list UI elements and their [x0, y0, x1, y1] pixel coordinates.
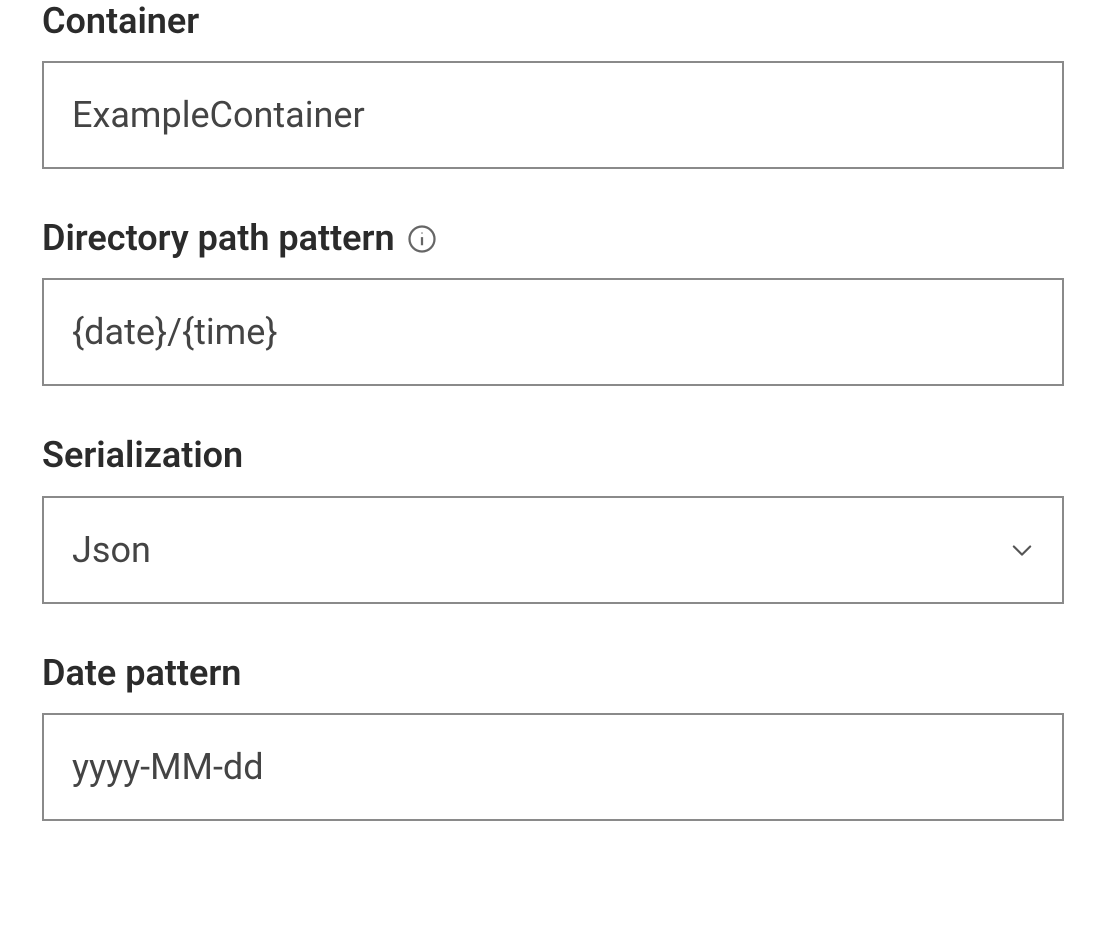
directory-path-pattern-field-group: Directory path pattern	[42, 217, 1064, 386]
container-field-group: Container	[42, 0, 1064, 169]
serialization-label-row: Serialization	[42, 434, 1064, 477]
serialization-label: Serialization	[42, 434, 243, 477]
serialization-field-group: Serialization Json	[42, 434, 1064, 603]
date-pattern-input[interactable]	[42, 713, 1064, 821]
date-pattern-field-group: Date pattern	[42, 652, 1064, 821]
date-pattern-label: Date pattern	[42, 652, 241, 695]
container-input[interactable]	[42, 61, 1064, 169]
date-pattern-label-row: Date pattern	[42, 652, 1064, 695]
info-icon[interactable]	[407, 224, 437, 254]
directory-path-pattern-label: Directory path pattern	[42, 217, 395, 260]
directory-path-pattern-input[interactable]	[42, 278, 1064, 386]
container-label: Container	[42, 0, 199, 43]
serialization-select[interactable]: Json	[42, 496, 1064, 604]
directory-path-pattern-label-row: Directory path pattern	[42, 217, 1064, 260]
container-label-row: Container	[42, 0, 1064, 43]
serialization-select-wrapper: Json	[42, 496, 1064, 604]
